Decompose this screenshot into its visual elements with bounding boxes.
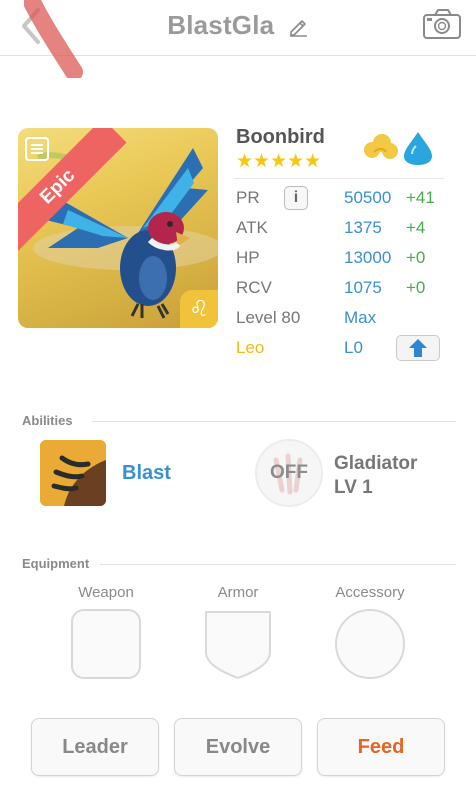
- water-drop-element-icon: [404, 132, 432, 165]
- zodiac-leo-badge-icon: ♌: [180, 290, 218, 328]
- star-rating: ★★★★★: [236, 151, 322, 172]
- accessory-slot[interactable]: [334, 608, 406, 680]
- zodiac-upgrade-button[interactable]: [396, 335, 440, 361]
- equipment-heading: Equipment: [22, 556, 90, 571]
- monster-name: Boonbird: [236, 126, 325, 148]
- stat-label: ATK: [236, 218, 268, 237]
- blast-ability-icon[interactable]: [40, 440, 106, 506]
- stat-value: 1375: [344, 218, 382, 237]
- stat-row-level: Level 80 Max: [236, 308, 456, 334]
- title-group: BlastGla: [0, 10, 476, 41]
- leader-button[interactable]: Leader: [31, 718, 159, 776]
- weapon-slot[interactable]: [70, 608, 142, 680]
- info-divider: [234, 178, 444, 179]
- armor-slot[interactable]: [202, 608, 274, 680]
- armor-label: Armor: [217, 584, 259, 601]
- level-value: Max: [344, 308, 377, 327]
- info-button[interactable]: i: [284, 186, 308, 210]
- stat-row-hp: HP 13000 +0: [236, 248, 456, 274]
- equipment-divider: [100, 564, 456, 565]
- claw-icon: [40, 440, 106, 506]
- stat-bonus: +41: [406, 188, 435, 207]
- stat-row-rcv: RCV 1075 +0: [236, 278, 456, 304]
- abilities-heading: Abilities: [22, 413, 73, 428]
- card-menu-icon[interactable]: [24, 136, 50, 162]
- cloud-element-icon: [364, 134, 398, 159]
- level-label: Level 80: [236, 308, 301, 327]
- accessory-label: Accessory: [335, 584, 405, 601]
- zodiac-level: L0: [344, 338, 363, 357]
- abilities-divider: [92, 421, 456, 422]
- stat-value: 1075: [344, 278, 382, 297]
- passive-ability-name: Gladiator LV 1: [334, 452, 417, 500]
- camera-icon[interactable]: [422, 8, 462, 40]
- stat-label: RCV: [236, 278, 272, 297]
- active-ability-name[interactable]: Blast: [122, 462, 171, 485]
- stat-bonus: +0: [406, 248, 426, 267]
- weapon-label: Weapon: [78, 584, 134, 601]
- top-bar: BlastGla: [0, 0, 476, 78]
- edit-pencil-icon[interactable]: [287, 15, 309, 37]
- stat-label: HP: [236, 248, 260, 267]
- passive-name-line2: LV 1: [334, 477, 373, 498]
- zodiac-label: Leo: [236, 338, 265, 357]
- stat-value: 50500: [344, 188, 392, 207]
- evolve-button[interactable]: Evolve: [174, 718, 302, 776]
- stat-row-pr: PR i 50500 +41: [236, 186, 456, 214]
- passive-name-line1: Gladiator: [334, 453, 418, 474]
- monster-portrait-card[interactable]: Epic ♌: [18, 128, 218, 328]
- feed-button[interactable]: Feed: [317, 718, 445, 776]
- stat-bonus: +0: [406, 278, 426, 297]
- stat-row-atk: ATK 1375 +4: [236, 218, 456, 244]
- stat-row-zodiac: Leo L0: [236, 335, 456, 364]
- up-arrow-icon: [409, 339, 427, 357]
- element-icons: [364, 132, 432, 165]
- stat-value: 13000: [344, 248, 392, 267]
- stat-label: PR: [236, 188, 260, 207]
- passive-off-label: OFF: [270, 462, 308, 483]
- page-title: BlastGla: [167, 10, 275, 40]
- stat-bonus: +4: [406, 218, 426, 237]
